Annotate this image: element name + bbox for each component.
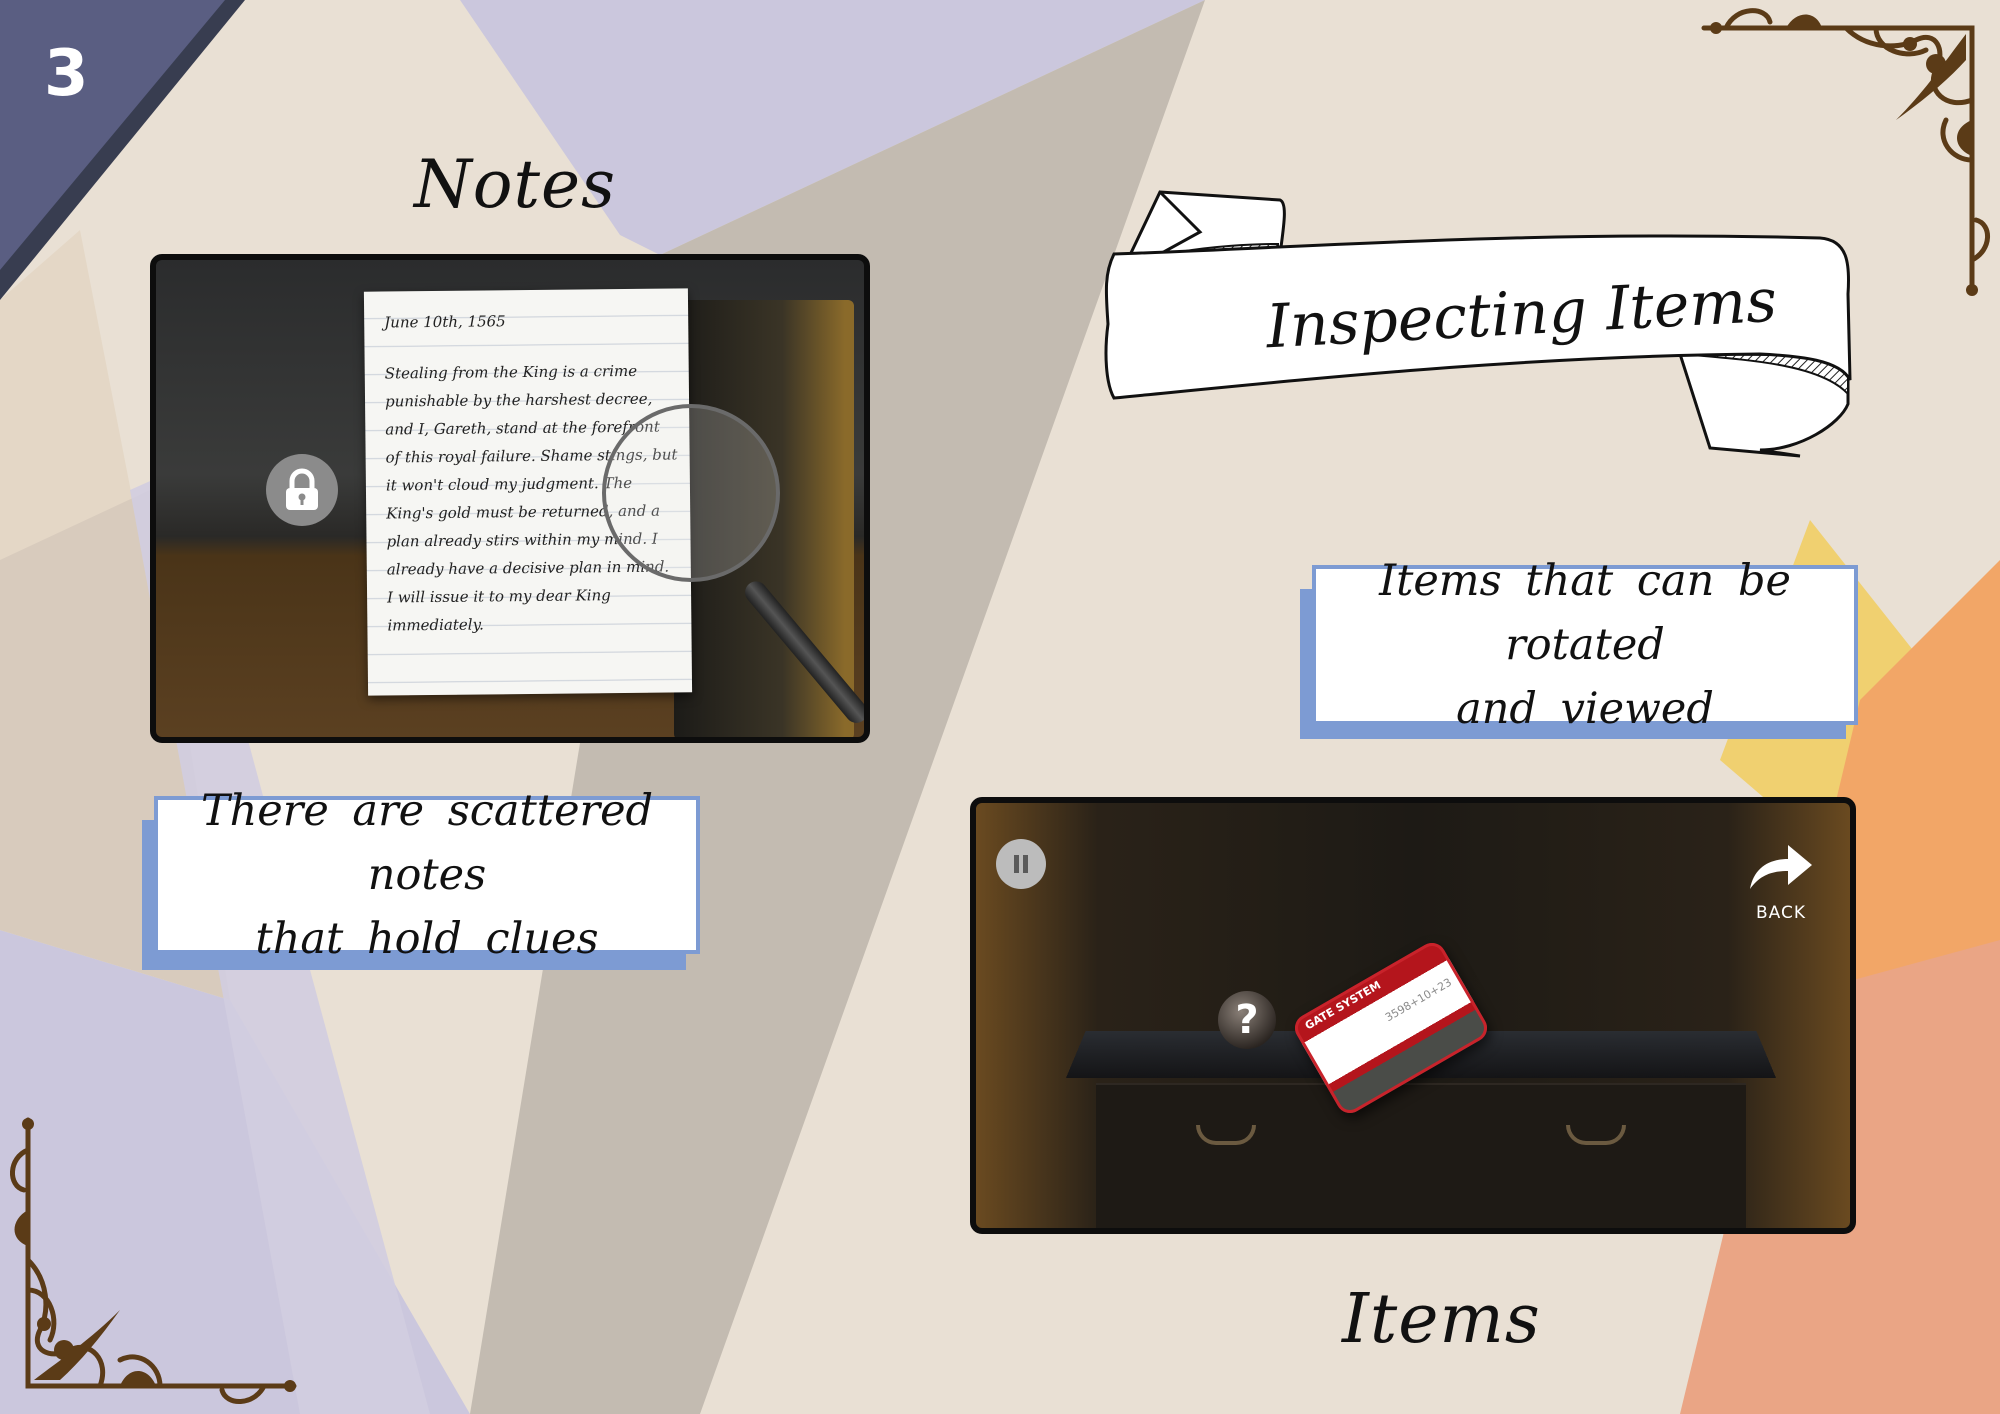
question-icon: ?	[1218, 991, 1276, 1049]
magnifying-glass-icon	[602, 404, 780, 582]
corner-ornament-top-right	[1701, 8, 1990, 296]
page-number: 3	[44, 37, 89, 111]
items-heading: Items	[1342, 1280, 1541, 1359]
pause-button	[996, 839, 1046, 889]
items-caption-text: Items that can be rotated and viewed	[1379, 556, 1791, 734]
lock-icon	[286, 468, 318, 510]
bg-navy-corner-inner	[0, 0, 225, 270]
notes-heading: Notes	[414, 146, 616, 223]
corner-ornament-bottom-left	[10, 1117, 297, 1404]
note-date: June 10th, 1565	[384, 312, 506, 332]
back-button: BACK	[1746, 839, 1826, 929]
lock-button	[266, 454, 338, 526]
notes-screenshot: June 10th, 1565 Stealing from the King i…	[150, 254, 870, 743]
notes-caption-text: There are scattered notes that hold clues	[200, 786, 654, 964]
back-label: BACK	[1756, 903, 1807, 923]
pause-icon	[1014, 855, 1028, 873]
drawer-handle	[1566, 1125, 1626, 1145]
items-screenshot: BACK ? GATE SYSTEM 3598+10+23	[970, 797, 1856, 1234]
back-arrow-icon	[1750, 845, 1812, 889]
drawer-handle	[1196, 1125, 1256, 1145]
cabinet-drawers	[1096, 1083, 1746, 1228]
